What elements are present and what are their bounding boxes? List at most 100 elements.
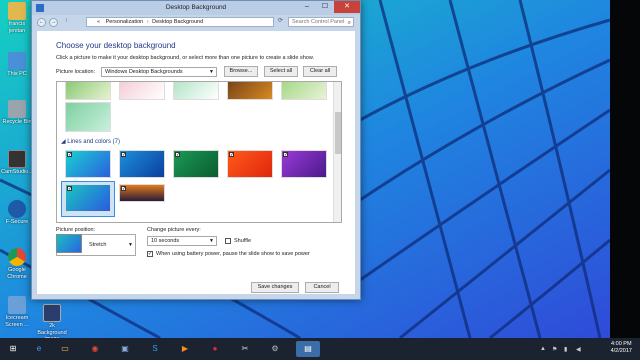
- store-icon[interactable]: ▣: [116, 341, 134, 357]
- desktop-icon-f-secure[interactable]: F-Secure: [1, 200, 33, 226]
- picture-thumbnail[interactable]: ✓: [227, 150, 273, 178]
- search-placeholder: Search Control Panel: [292, 19, 345, 25]
- camstudio-icon: [8, 150, 26, 168]
- shuffle-checkbox[interactable]: [225, 238, 231, 244]
- gallery-scrollbar[interactable]: [333, 82, 341, 222]
- picture-thumbnail[interactable]: ✓: [65, 150, 111, 178]
- picture-checkbox[interactable]: ✓: [67, 186, 72, 192]
- select-all-button[interactable]: Select all: [264, 66, 298, 77]
- address-bar[interactable]: « Personalization › Desktop Background: [86, 17, 274, 27]
- desktop-icon-recycle-bin[interactable]: Recycle Bin: [1, 100, 33, 126]
- picture-thumbnail-selected[interactable]: ✓: [65, 184, 111, 212]
- desktop-icon-label: Icecream Screen ...: [5, 315, 29, 328]
- tray-expand-icon[interactable]: ▲: [540, 346, 546, 352]
- picture-thumbnail[interactable]: ✓: [119, 150, 165, 178]
- picture-thumbnail[interactable]: [119, 82, 165, 100]
- battery-checkbox[interactable]: ✓: [147, 251, 153, 257]
- breadcrumb-desktop-background[interactable]: Desktop Background: [152, 19, 203, 25]
- recorder-icon[interactable]: ●: [206, 341, 224, 357]
- group-title-lines-and-colors[interactable]: ◢ Lines and colors (7): [61, 138, 120, 145]
- refresh-button[interactable]: ⟳: [276, 18, 285, 27]
- start-button[interactable]: ⊞: [4, 341, 22, 357]
- desktop-icon-camstudio[interactable]: CamStudio...: [1, 150, 33, 176]
- recycle-bin-icon: [8, 100, 26, 118]
- picture-thumbnail[interactable]: [65, 82, 111, 100]
- skype-icon[interactable]: S: [146, 341, 164, 357]
- close-button[interactable]: ✕: [334, 1, 360, 13]
- battery-label: When using battery power, pause the slid…: [156, 251, 310, 257]
- cancel-button[interactable]: Cancel: [305, 282, 339, 293]
- file-explorer-icon[interactable]: ▭: [56, 341, 74, 357]
- save-changes-button[interactable]: Save changes: [251, 282, 299, 293]
- volume-icon[interactable]: ◀: [576, 346, 581, 353]
- desktop-icon-label: Google Chrome: [7, 267, 27, 280]
- clear-all-button[interactable]: Clear all: [303, 66, 337, 77]
- search-icon: ⌕: [347, 20, 351, 26]
- picture-checkbox[interactable]: ✓: [175, 152, 180, 158]
- desktop-icon-label: CamStudio...: [1, 169, 33, 175]
- tools-icon[interactable]: ⚙: [266, 341, 284, 357]
- chevron-down-icon: ▼: [209, 69, 214, 75]
- picture-checkbox[interactable]: ✓: [229, 152, 234, 158]
- up-button[interactable]: ↑: [62, 18, 71, 27]
- flag-icon[interactable]: ⚑: [552, 346, 557, 353]
- main-content: Choose your desktop background Click a p…: [37, 31, 355, 294]
- picture-thumbnail[interactable]: ✓: [119, 184, 165, 202]
- user-folder-icon: [8, 2, 26, 20]
- title-bar[interactable]: Desktop Background – ☐ ✕: [32, 1, 360, 15]
- desktop-icon-user-folder[interactable]: francis jenitan: [1, 2, 33, 34]
- picture-thumbnail[interactable]: [227, 82, 273, 100]
- taskbar-clock[interactable]: 4:00 PM 4/2/2017: [611, 341, 632, 355]
- computer-icon: [8, 52, 26, 70]
- screen-edge: [610, 0, 640, 338]
- chevron-down-icon: ▼: [209, 238, 214, 244]
- change-every-select[interactable]: 10 seconds ▼: [147, 236, 217, 246]
- search-input[interactable]: Search Control Panel ⌕: [288, 17, 354, 27]
- chevron-down-icon: ▼: [128, 242, 133, 248]
- picture-thumbnail[interactable]: ✓: [281, 150, 327, 178]
- media-player-icon[interactable]: ▶: [176, 341, 194, 357]
- clock-time: 4:00 PM: [611, 341, 632, 347]
- image-file-icon: [43, 304, 61, 322]
- picture-thumbnail[interactable]: ✓: [173, 150, 219, 178]
- chrome-icon[interactable]: ◉: [86, 341, 104, 357]
- network-icon[interactable]: ▮: [564, 346, 567, 353]
- picture-checkbox[interactable]: ✓: [121, 152, 126, 158]
- desktop-icon-background-image[interactable]: 2k Background image: [34, 304, 70, 343]
- picture-position-label: Picture position:: [56, 227, 96, 233]
- desktop-icon-chrome[interactable]: Google Chrome: [1, 248, 33, 280]
- snipping-icon[interactable]: ✂: [236, 341, 254, 357]
- breadcrumb-prefix: «: [97, 19, 101, 25]
- scrollbar-thumb[interactable]: [335, 112, 341, 154]
- f-secure-icon: [8, 200, 26, 218]
- picture-checkbox[interactable]: ✓: [283, 152, 288, 158]
- desktop-icon-this-pc[interactable]: This PC: [1, 52, 33, 78]
- picture-thumbnail[interactable]: [65, 102, 111, 132]
- forward-button[interactable]: →: [49, 18, 58, 27]
- taskbar: ⊞ e ▭ ◉ ▣ S ▶ ● ✂ ⚙ ▤ ▲ ⚑ ▮ ◀ 4:00 PM 4/…: [0, 338, 640, 360]
- desktop-background-window: Desktop Background – ☐ ✕ ← → ↑ « Persona…: [31, 0, 361, 300]
- navigation-bar: ← → ↑ « Personalization › Desktop Backgr…: [32, 15, 360, 29]
- change-every-label: Change picture every:: [147, 227, 201, 233]
- back-button[interactable]: ←: [37, 18, 46, 27]
- picture-thumbnail[interactable]: [281, 82, 327, 100]
- picture-position-value: Stretch: [89, 242, 107, 248]
- browse-button[interactable]: Browse...: [224, 66, 258, 77]
- picture-gallery: ◢ Lines and colors (7) ✓ ✓ ✓ ✓ ✓ ✓ ✓: [56, 81, 342, 223]
- picture-thumbnail[interactable]: [173, 82, 219, 100]
- clock-date: 4/2/2017: [610, 348, 632, 354]
- picture-location-select[interactable]: Windows Desktop Backgrounds ▼: [101, 67, 217, 77]
- internet-explorer-icon[interactable]: e: [30, 341, 48, 357]
- picture-checkbox[interactable]: ✓: [67, 152, 72, 158]
- desktop-icon-label: Recycle Bin: [2, 119, 32, 125]
- desktop-icon-label: francis jenitan: [8, 21, 26, 34]
- desktop-icon-icecream[interactable]: Icecream Screen ...: [1, 296, 33, 328]
- picture-location-label: Picture location:: [56, 69, 96, 75]
- page-heading: Choose your desktop background: [56, 41, 176, 50]
- picture-location-value: Windows Desktop Backgrounds: [105, 69, 183, 75]
- breadcrumb-personalization[interactable]: Personalization: [106, 19, 144, 25]
- maximize-button[interactable]: ☐: [316, 1, 334, 13]
- picture-checkbox[interactable]: ✓: [121, 186, 126, 192]
- control-panel-taskbar-button[interactable]: ▤: [296, 341, 320, 357]
- minimize-button[interactable]: –: [298, 1, 316, 13]
